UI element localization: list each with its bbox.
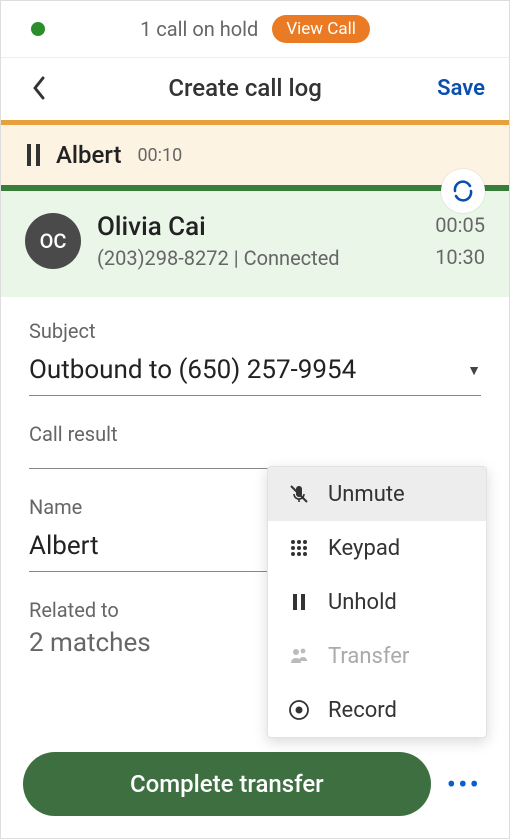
mic-off-icon: [286, 481, 312, 507]
held-call-name: Albert: [56, 141, 121, 169]
active-call-row: OC Olivia Cai (203)298-8272 | Connected …: [1, 191, 509, 297]
call-result-label: Call result: [29, 422, 481, 446]
subject-value: Outbound to (650) 257-9954: [29, 355, 356, 385]
held-call-row[interactable]: Albert 00:10: [1, 125, 509, 185]
caller-subline: (203)298-8272 | Connected: [97, 246, 435, 270]
call-timers: 00:05 10:30: [435, 209, 485, 273]
call-clock: 10:30: [435, 241, 485, 273]
avatar-initials: OC: [40, 229, 67, 253]
save-button[interactable]: Save: [437, 76, 485, 101]
menu-item-unhold[interactable]: Unhold: [268, 575, 486, 629]
chevron-left-icon: [32, 76, 46, 100]
menu-item-label: Transfer: [328, 644, 409, 669]
subject-field[interactable]: Subject Outbound to (650) 257-9954 ▼: [29, 319, 481, 396]
status-dot-icon: [31, 22, 45, 36]
caller-name: Olivia Cai: [97, 212, 435, 242]
record-icon: [286, 697, 312, 723]
menu-item-record[interactable]: Record: [268, 683, 486, 737]
pause-icon: [286, 589, 312, 615]
menu-item-unmute[interactable]: Unmute: [268, 467, 486, 521]
transfer-icon: [286, 643, 312, 669]
screen-header: Create call log Save: [1, 58, 509, 120]
name-value: Albert: [29, 531, 99, 561]
sync-icon: [450, 178, 476, 204]
related-to-value: 2 matches: [29, 628, 151, 658]
hold-banner: 1 call on hold View Call: [1, 1, 509, 58]
caller-phone: (203)298-8272: [97, 246, 229, 270]
held-call-duration: 00:10: [137, 145, 182, 166]
menu-item-transfer: Transfer: [268, 629, 486, 683]
pause-icon: [27, 144, 40, 166]
view-call-button[interactable]: View Call: [272, 15, 370, 43]
menu-item-keypad[interactable]: Keypad: [268, 521, 486, 575]
menu-item-label: Keypad: [328, 536, 400, 561]
menu-item-label: Unmute: [328, 482, 405, 507]
call-result-field[interactable]: Call result: [29, 422, 481, 469]
menu-item-label: Unhold: [328, 590, 397, 615]
page-title: Create call log: [168, 74, 322, 102]
chevron-down-icon: ▼: [467, 362, 481, 379]
caller-info: Olivia Cai (203)298-8272 | Connected: [97, 212, 435, 270]
more-actions-button[interactable]: •••: [441, 768, 487, 801]
call-actions-menu: Unmute Keypad Unhold Transfer: [267, 466, 487, 738]
keypad-icon: [286, 535, 312, 561]
sync-button[interactable]: [441, 169, 485, 213]
footer: Complete transfer •••: [1, 738, 509, 838]
app-root: 1 call on hold View Call Create call log…: [0, 0, 510, 839]
hold-banner-text: 1 call on hold: [140, 17, 258, 41]
call-duration: 00:05: [435, 209, 485, 241]
avatar: OC: [25, 213, 81, 269]
subject-label: Subject: [29, 319, 481, 343]
complete-transfer-button[interactable]: Complete transfer: [23, 752, 431, 816]
caller-status: Connected: [244, 246, 340, 270]
menu-item-label: Record: [328, 698, 397, 723]
back-button[interactable]: [25, 74, 53, 102]
